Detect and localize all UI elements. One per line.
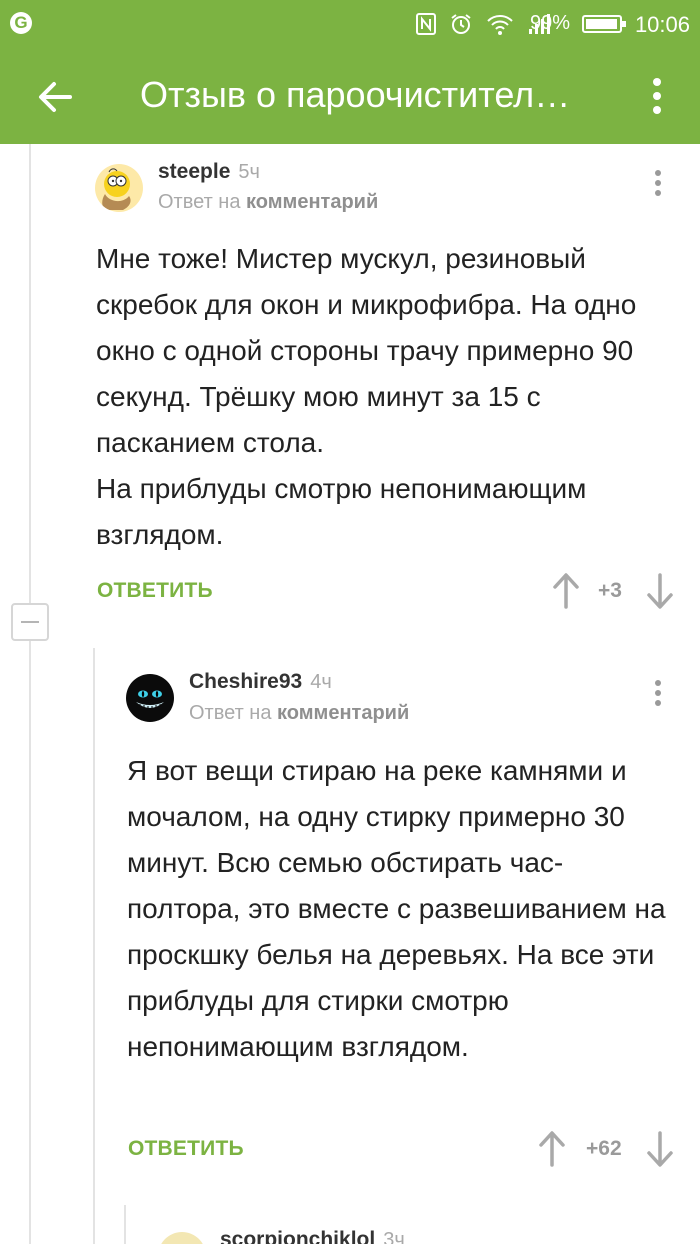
comment-paragraph: Я вот вещи стираю на реке камнями и моча…	[127, 755, 666, 1062]
reply-button[interactable]: ОТВЕТИТЬ	[128, 1137, 244, 1161]
comment-menu-button[interactable]	[648, 676, 668, 716]
reply-to-info: Ответ на комментарий	[158, 191, 378, 214]
reply-to-info: Ответ на комментарий	[189, 702, 409, 725]
reply-target-link[interactable]: комментарий	[277, 702, 409, 724]
arrow-up-icon	[553, 573, 579, 609]
reply-button[interactable]: ОТВЕТИТЬ	[97, 579, 213, 603]
comment-paragraph: На приблуды смотрю непонимающим взглядом…	[96, 473, 587, 550]
username-text[interactable]: steeple	[158, 160, 230, 183]
comment: Cheshire93 4ч Ответ на комментарий Я вот …	[0, 650, 700, 1180]
battery-icon	[582, 15, 626, 33]
comment: steeple 5ч Ответ на комментарий Мне тоже!…	[0, 144, 700, 609]
upvote-button[interactable]	[551, 571, 581, 611]
homer-avatar-icon	[95, 164, 143, 212]
cheshire-cat-avatar-icon	[126, 674, 174, 722]
collapse-thread-button[interactable]	[11, 603, 49, 641]
overflow-menu-button[interactable]	[640, 72, 674, 122]
downvote-button[interactable]	[645, 571, 675, 611]
wifi-icon	[487, 15, 513, 35]
upvote-button[interactable]	[537, 1129, 567, 1169]
username-text[interactable]: scorpionchiklol	[220, 1228, 375, 1244]
username-text[interactable]: Cheshire93	[189, 670, 302, 693]
comment: scorpionchiklol 3ч	[0, 1212, 700, 1244]
comment-time: 3ч	[383, 1229, 405, 1244]
page-title: Отзыв о пароочистител…	[140, 74, 571, 115]
clock: 10:06	[634, 12, 690, 37]
comment-username[interactable]: steeple 5ч	[158, 160, 260, 184]
arrow-down-icon	[647, 1131, 673, 1167]
nfc-icon	[416, 13, 436, 35]
reply-prefix: Ответ на	[189, 702, 272, 724]
comment-score: +62	[586, 1137, 622, 1160]
downvote-button[interactable]	[645, 1129, 675, 1169]
avatar[interactable]	[126, 674, 174, 722]
comment-username[interactable]: scorpionchiklol 3ч	[220, 1228, 405, 1244]
reply-prefix: Ответ на	[158, 191, 241, 213]
avatar[interactable]	[95, 164, 143, 212]
back-button[interactable]	[30, 72, 80, 122]
avatar[interactable]	[158, 1232, 206, 1244]
comment-time: 4ч	[310, 671, 332, 693]
comment-username[interactable]: Cheshire93 4ч	[189, 670, 332, 694]
back-arrow-icon	[39, 82, 72, 112]
comment-paragraph: Мне тоже! Мистер мускул, резиновый скреб…	[96, 243, 637, 458]
status-bar: G 99% 10:06	[0, 0, 700, 48]
comment-time: 5ч	[238, 161, 260, 183]
app-bar: Отзыв о пароочистител…	[0, 48, 700, 144]
comment-score: +3	[598, 579, 622, 602]
battery-percent: 99%	[529, 12, 570, 34]
comment-body: Мне тоже! Мистер мускул, резиновый скреб…	[96, 236, 676, 558]
comment-menu-button[interactable]	[648, 166, 668, 206]
arrow-down-icon	[647, 573, 673, 609]
alarm-icon	[451, 14, 471, 34]
arrow-up-icon	[539, 1131, 565, 1167]
comment-body: Я вот вещи стираю на реке камнями и моча…	[127, 748, 672, 1070]
reply-target-link[interactable]: комментарий	[246, 191, 378, 213]
google-icon: G	[10, 12, 32, 34]
